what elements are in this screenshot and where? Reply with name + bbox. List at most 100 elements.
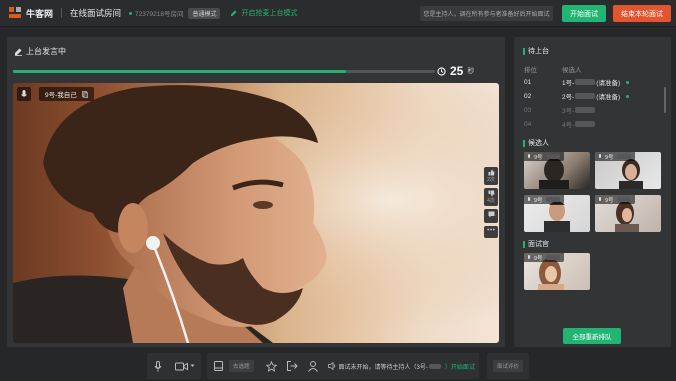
more-button[interactable]	[484, 226, 498, 238]
clock-icon	[437, 66, 446, 76]
candidate-name: 9号	[534, 154, 543, 161]
candidate-label: 9号	[524, 195, 564, 204]
candidate-label: 9号	[524, 152, 564, 161]
queue-rank: 04	[524, 120, 532, 128]
queue-name: 2号-	[562, 94, 575, 101]
countdown-timer: 25 秒	[437, 64, 474, 78]
candidate-tile[interactable]: 9号	[524, 195, 590, 232]
queue-rank: 03	[524, 106, 532, 114]
interviewer-grid: 9号	[524, 253, 661, 290]
microphone-icon[interactable]	[154, 360, 162, 372]
speaker-portrait	[13, 83, 499, 343]
more-icon	[487, 228, 495, 231]
candidate-name: 9号	[605, 154, 614, 161]
timer-unit: 秒	[467, 68, 475, 75]
progress-fill	[13, 70, 347, 73]
col-candidate: 候选人	[562, 67, 582, 74]
evaluate-button[interactable]: 面试评价	[492, 360, 523, 372]
blurred-name	[575, 79, 596, 85]
queue-row[interactable]: 04 4号-	[524, 119, 654, 129]
discuss-mode-link[interactable]: 开启抢麦上台模式	[230, 8, 297, 18]
mic-status[interactable]	[17, 87, 31, 101]
interviewer-tile[interactable]: 9号	[524, 253, 590, 290]
queue-panel: 待上台 排位 候选人 01 1号- (请准备) 02 2号- (请准备) 03 3号…	[514, 37, 671, 347]
select-question-button[interactable]: 去选题	[229, 360, 254, 372]
like-button[interactable]: 2次	[484, 167, 498, 185]
queue-row[interactable]: 01 1号- (请准备)	[524, 77, 654, 87]
interviewers-title: 面试官	[523, 239, 549, 249]
pen-icon	[15, 48, 22, 56]
copy-icon[interactable]	[81, 90, 88, 98]
logo-text: 牛客网	[26, 8, 54, 19]
interviewer-label: 9号	[524, 253, 564, 262]
edit-icon	[231, 10, 237, 16]
camera-icon	[174, 362, 188, 370]
queue-name: 4号-	[562, 122, 575, 129]
speaker-name-chip: 9号-我自己	[39, 87, 94, 101]
blurred-name	[428, 363, 441, 369]
user-icon[interactable]	[307, 360, 318, 372]
evaluation-group: 面试评价	[487, 353, 529, 379]
queue-scrollbar[interactable]	[664, 87, 666, 113]
thumbs-down-icon	[488, 190, 494, 197]
requeue-all-button[interactable]: 全部重新排队	[563, 328, 621, 344]
reaction-toolbar: 2次 4次	[484, 167, 498, 238]
queue-rank: 02	[524, 92, 532, 100]
start-interview-button[interactable]: 开始面试	[562, 5, 606, 22]
blurred-name	[545, 255, 560, 260]
microphone-icon	[528, 196, 530, 201]
queue-title: 待上台	[523, 46, 549, 56]
stage-panel: 上台发言中 25 秒 9号-我自己 2次 4次	[7, 37, 505, 347]
mode-badge[interactable]: 普通模式	[188, 7, 221, 19]
blurred-name	[575, 107, 596, 113]
candidates-title: 候选人	[523, 138, 549, 148]
blurred-name	[616, 197, 631, 202]
status-suffix: ）开始面试	[444, 364, 475, 371]
room-id: 72379218号房间	[129, 8, 183, 18]
tools-group: 去选题 面试未开始，请等待主持人（3号- ）开始面试	[207, 353, 479, 379]
queue-row[interactable]: 03 3号-	[524, 105, 654, 115]
room-title: 在线面试房间	[70, 8, 122, 18]
stage-title-text: 上台发言中	[26, 47, 66, 56]
queue-row[interactable]: 02 2号- (请准备)	[524, 91, 654, 101]
room-id-text: 72379218号房间	[135, 11, 184, 18]
candidate-tile[interactable]: 9号	[595, 195, 661, 232]
status-text: 面试未开始，请等待主持人（3号-	[338, 364, 428, 371]
divider	[61, 8, 63, 18]
dislike-count: 4次	[487, 198, 495, 204]
end-round-button[interactable]: 结束本轮面试	[613, 5, 671, 22]
microphone-icon	[599, 153, 601, 158]
blurred-name	[575, 121, 596, 127]
candidate-tile[interactable]: 9号	[595, 152, 661, 189]
like-count: 2次	[487, 177, 495, 183]
speaker-icon	[327, 362, 335, 370]
speaking-progress-bar	[13, 70, 435, 73]
queue-rank: 01	[524, 78, 532, 86]
interview-status: 面试未开始，请等待主持人（3号- ）开始面试	[327, 362, 475, 371]
col-rank: 排位	[524, 67, 537, 74]
candidate-tile[interactable]: 9号	[524, 152, 590, 189]
microphone-icon	[21, 89, 27, 97]
media-controls	[147, 353, 201, 379]
host-notice: 您是主持人，调在所有参与者准备好后开始面试	[420, 6, 553, 21]
ready-dot-icon	[626, 80, 630, 84]
microphone-icon	[599, 196, 601, 201]
microphone-icon	[528, 153, 530, 158]
flag-button[interactable]	[484, 209, 498, 223]
thumbs-up-icon	[488, 169, 494, 176]
status-dot-icon	[129, 11, 133, 15]
blurred-name	[545, 154, 560, 159]
book-icon[interactable]	[214, 361, 223, 371]
chevron-down-icon	[190, 364, 194, 367]
stage-title: 上台发言中	[14, 46, 66, 57]
exit-icon[interactable]	[286, 361, 298, 371]
logo: 牛客网	[9, 7, 53, 20]
interviewer-name: 9号	[534, 255, 543, 262]
speaker-name: 9号-我自己	[45, 92, 77, 99]
camera-toggle[interactable]	[174, 362, 195, 371]
microphone-icon	[528, 254, 530, 259]
star-icon[interactable]	[265, 360, 277, 372]
dislike-button[interactable]: 4次	[484, 188, 498, 206]
bottom-toolbar: 去选题 面试未开始，请等待主持人（3号- ）开始面试 面试评价	[0, 352, 676, 381]
flag-icon	[488, 211, 494, 218]
